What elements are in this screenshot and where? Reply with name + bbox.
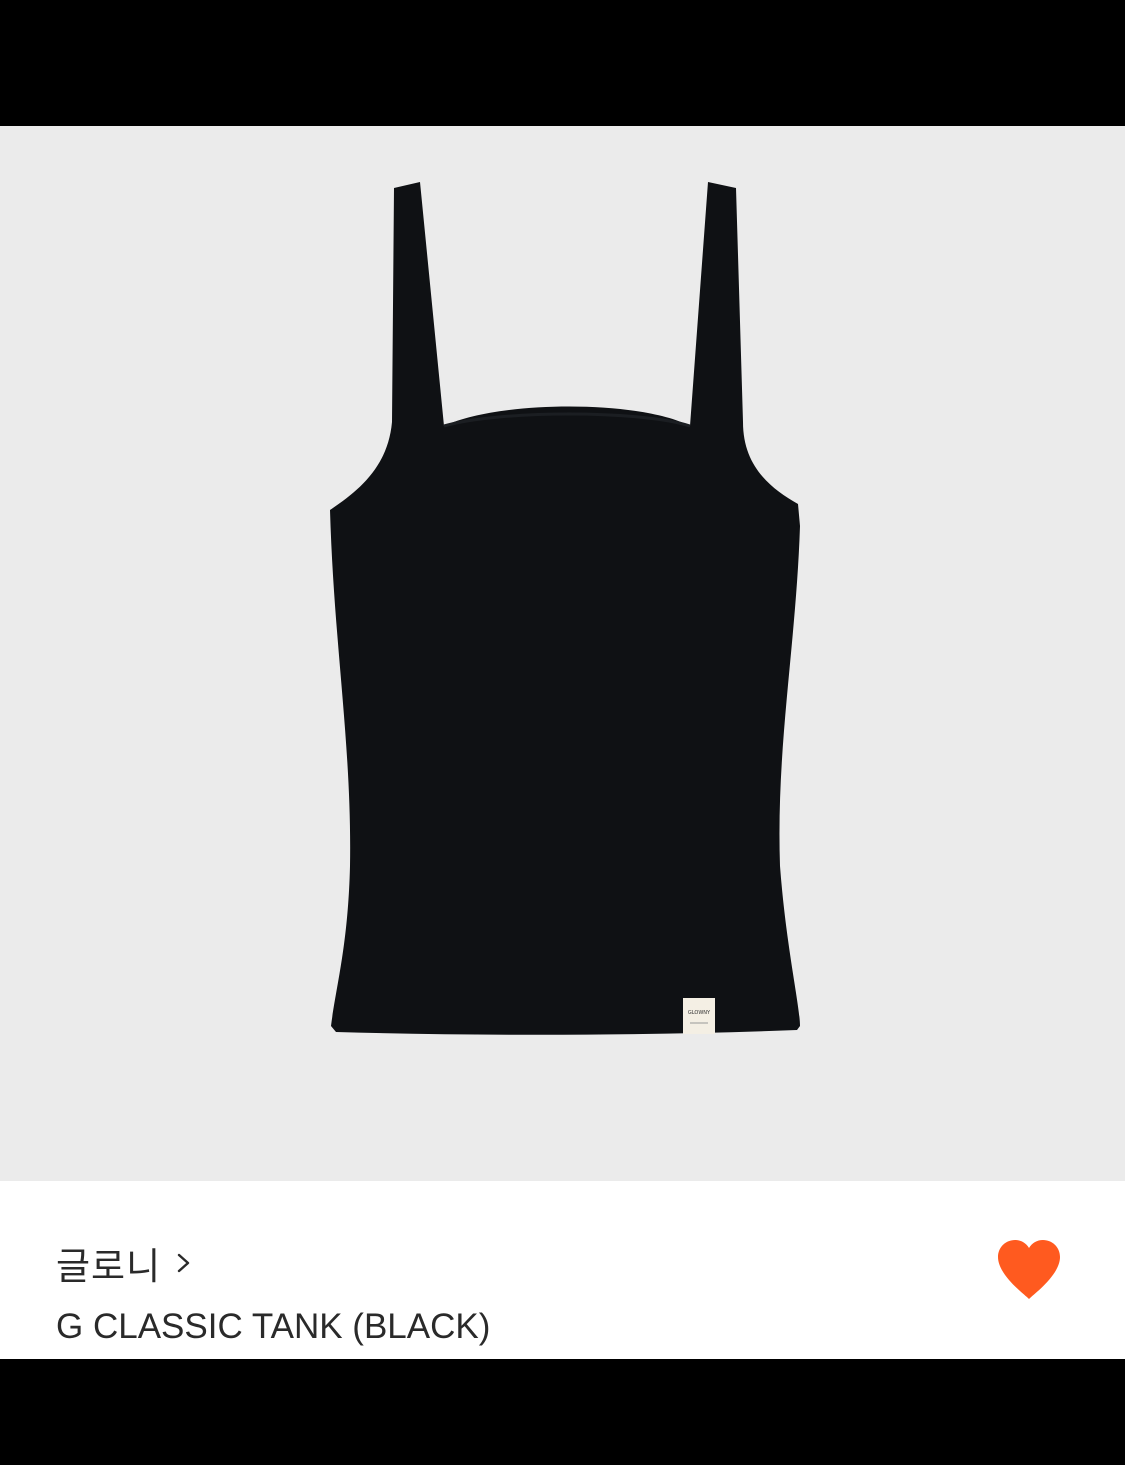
screen: GLOWNY 글로니 G CLASSIC TANK (BLACK) [0, 0, 1125, 1465]
tank-top-garment [330, 182, 800, 1035]
garment-tag-text: GLOWNY [688, 1010, 711, 1016]
product-info-panel: 글로니 G CLASSIC TANK (BLACK) [0, 1181, 1125, 1359]
chevron-right-icon [177, 1253, 190, 1273]
product-name: G CLASSIC TANK (BLACK) [56, 1307, 491, 1346]
product-image-area[interactable]: GLOWNY [0, 126, 1125, 1181]
garment-brand-tag [683, 998, 715, 1034]
brand-link[interactable]: 글로니 [56, 1239, 193, 1288]
brand-name: 글로니 [56, 1245, 162, 1288]
bottom-black-bar [0, 1359, 1125, 1465]
product-image: GLOWNY [330, 182, 800, 1035]
like-heart-icon[interactable] [994, 1239, 1064, 1301]
top-black-bar [0, 0, 1125, 126]
